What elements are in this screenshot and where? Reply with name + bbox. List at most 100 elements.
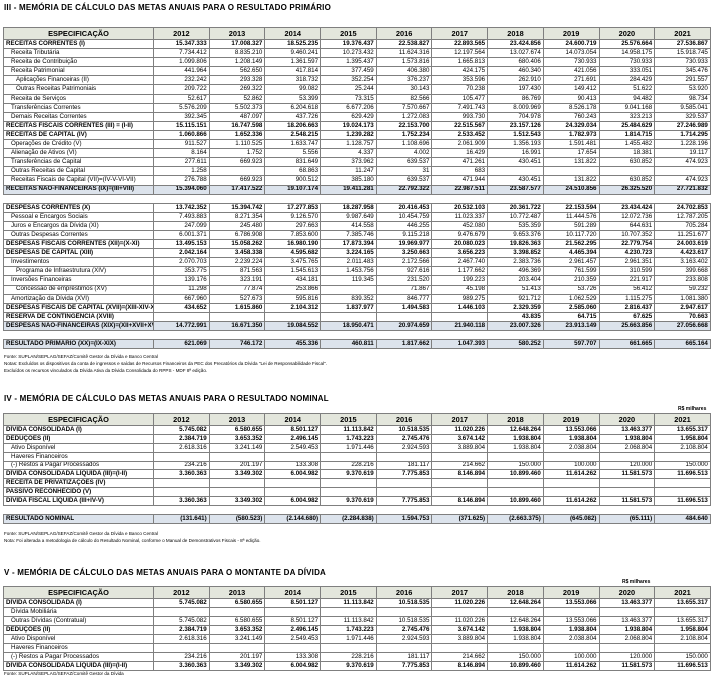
cell-value: 597.707 <box>542 339 600 350</box>
cell-value: 3.889.804 <box>431 634 489 644</box>
cell-value: 70.238 <box>431 84 489 95</box>
table-row: Investimentos 2.070.703 2.239.224 3.475.765… <box>3 257 711 268</box>
cell-value <box>654 505 711 515</box>
cell-value: 1.938.804 <box>487 625 544 635</box>
cell-value: (645.082) <box>542 513 600 524</box>
table-row: DESPESAS DE CAPITAL (XIII) 2.042.164 3.458… <box>3 248 711 259</box>
row-label: Haveres Financeiros <box>3 451 154 462</box>
cell-value: 7.775.853 <box>375 661 433 671</box>
cell-value <box>209 193 265 204</box>
header-year: 2015 <box>320 586 377 599</box>
cell-value: 1.361.597 <box>264 57 322 68</box>
cell-value: 24.003.619 <box>654 239 711 250</box>
table-row: Haveres Financeiros <box>3 451 711 462</box>
cell-value: 4.337 <box>320 148 377 159</box>
cell-value: 993.730 <box>431 111 489 122</box>
cell-value: 45.198 <box>431 284 489 295</box>
cell-value: 53.726 <box>542 284 600 295</box>
cell-value: 1.047.393 <box>431 339 489 350</box>
cell-value: 1.652.336 <box>208 129 266 141</box>
cell-value: 11.696.513 <box>654 661 711 671</box>
cell-value: 562.650 <box>208 66 266 77</box>
cell-value: 1.110.525 <box>208 139 266 150</box>
cell-value: 629.429 <box>320 111 377 122</box>
table-row: DESPESAS FISCAIS DE CAPITAL (XVII)=(XIII… <box>3 302 711 313</box>
cell-value: 1.938.804 <box>542 625 600 635</box>
cell-value: 434.652 <box>153 302 210 313</box>
cell-value <box>375 478 433 489</box>
cell-value: 10.772.487 <box>487 211 544 222</box>
cell-value: 13.655.317 <box>654 425 711 435</box>
header-year: 2012 <box>153 586 210 599</box>
cell-value: 11.581.573 <box>598 496 656 507</box>
cell-value: 989.275 <box>431 293 489 304</box>
cell-value <box>209 505 265 515</box>
cell-value: 82.566 <box>375 93 433 104</box>
cell-value <box>320 505 377 515</box>
cell-value: 2.618.316 <box>153 442 210 453</box>
cell-value: 277.611 <box>153 157 210 168</box>
cell-value: 3.653.352 <box>208 433 266 444</box>
cell-value: 1.958.804 <box>654 433 711 444</box>
cell-value: 11.581.573 <box>598 469 656 480</box>
cell-value: (580.523) <box>208 513 266 524</box>
cell-value: 13.655.317 <box>654 598 711 608</box>
cell-value: 232.242 <box>153 75 210 86</box>
row-label: Dívida Mobiliária <box>3 607 154 617</box>
cell-value: 535.359 <box>487 220 544 231</box>
cell-value: 434.181 <box>264 275 322 286</box>
header-year: 2020 <box>598 27 656 40</box>
cell-value: (2.284.838) <box>320 513 377 524</box>
cell-value <box>264 329 321 341</box>
cell-value: 11.614.262 <box>542 661 600 671</box>
header-year: 2014 <box>264 27 322 40</box>
table-row: RESERVA DE CONTINGÊNCIA (XVIII) 43.835 64.… <box>3 311 711 322</box>
debt-amount-table: ESPECIFICAÇÃO 2012 2013 2014 2015 2016 2017 201… <box>3 586 711 671</box>
cell-value <box>153 478 210 489</box>
row-label <box>3 505 154 515</box>
cell-value: 21.562.295 <box>542 239 600 250</box>
row-label: DESPESAS CORRENTES (X) <box>3 202 154 213</box>
cell-value <box>264 607 322 617</box>
cell-value: 661.665 <box>598 339 656 350</box>
cell-value: 15.394.060 <box>153 184 210 195</box>
cell-value: 11.113.842 <box>320 616 377 626</box>
cell-value: 59.232 <box>654 284 711 295</box>
cell-value: 333.051 <box>598 66 656 77</box>
cell-value <box>598 166 656 177</box>
cell-value: 7.491.743 <box>431 102 489 113</box>
cell-value: 181.117 <box>375 652 433 662</box>
cell-value: 831.649 <box>264 157 322 168</box>
cell-value: 3.458.338 <box>208 248 266 259</box>
cell-value: 99.082 <box>264 84 322 95</box>
cell-value: 1.814.715 <box>598 129 656 141</box>
cell-value: 345.476 <box>654 66 711 77</box>
cell-value: 6.004.982 <box>264 496 322 507</box>
cell-value: 2.548.215 <box>264 129 322 141</box>
row-label: RECEITA DE PRIVATIZAÇÕES (IV) <box>3 478 154 489</box>
cell-value: 70.663 <box>654 311 711 322</box>
cell-value <box>264 193 321 204</box>
cell-value <box>654 487 711 498</box>
row-label: Outras Receitas Patrimoniais <box>3 84 154 95</box>
cell-value <box>320 478 377 489</box>
cell-value: 13.655.317 <box>654 616 711 626</box>
row-label: Receitas Fiscais de Capital (VII)=(IV-V-… <box>3 175 154 186</box>
cell-value: 437.726 <box>264 111 322 122</box>
cell-value: 19.084.552 <box>264 320 322 332</box>
cell-value: 11.614.262 <box>542 469 600 480</box>
cell-value: 231.520 <box>375 275 433 286</box>
cell-value: 119.345 <box>320 275 377 286</box>
table-row: Transferências Correntes 5.576.209 5.502.3… <box>3 102 711 113</box>
cell-value: (2.144.680) <box>264 513 322 524</box>
cell-value: 1.545.613 <box>264 266 322 277</box>
cell-value <box>320 329 377 341</box>
cell-value <box>431 478 489 489</box>
row-label <box>3 193 154 204</box>
cell-value: (65.111) <box>598 513 656 524</box>
cell-value: 210.359 <box>542 275 600 286</box>
cell-value: 1.971.446 <box>320 442 377 453</box>
table-row: Juros e Encargos da Dívida (XI) 247.099 24… <box>3 220 711 231</box>
table-row: (-) Restos a Pagar Processados 234.216 201… <box>3 652 711 662</box>
cell-value: 245.480 <box>208 220 266 231</box>
